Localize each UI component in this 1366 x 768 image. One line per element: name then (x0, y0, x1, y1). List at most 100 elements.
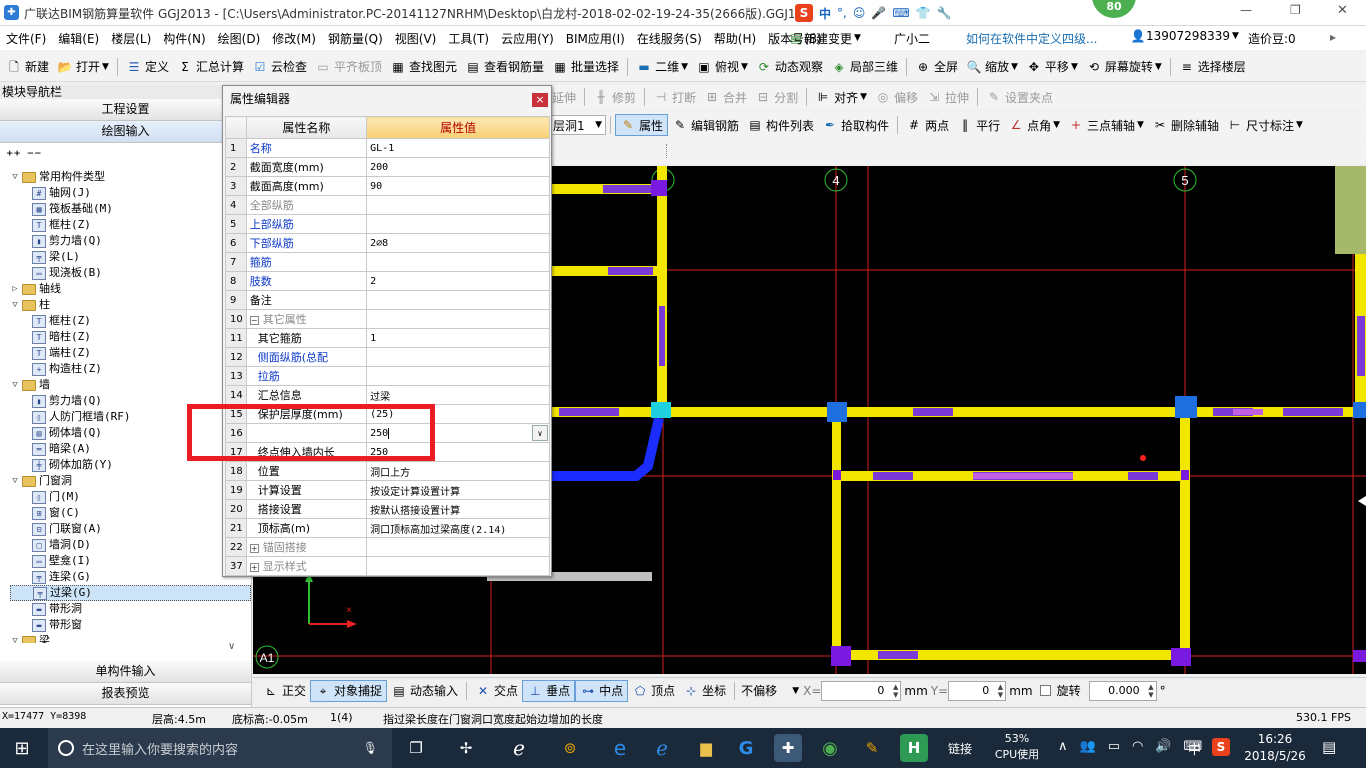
tab-single-component-input[interactable]: 单构件输入 (0, 661, 251, 683)
property-value[interactable] (366, 290, 550, 310)
property-row[interactable]: 7 箍筋 (225, 252, 550, 272)
rotate-checkbox[interactable] (1039, 685, 1051, 696)
property-value[interactable]: 200 (366, 157, 550, 177)
clock[interactable]: 16:26 2018/5/26 (1240, 731, 1310, 765)
skin-icon[interactable]: 👕 (916, 6, 931, 20)
property-value[interactable]: 洞口上方 (366, 461, 550, 481)
perpendicular-snap-button[interactable]: ⊥ 垂点 (522, 679, 576, 702)
tree-item[interactable]: ▭ 壁龛(I) (10, 553, 251, 569)
ime-punct[interactable]: °, (837, 6, 847, 20)
property-name[interactable]: 截面宽度(mm) (245, 157, 368, 177)
property-row[interactable]: 19 计算设置 按设定计算设置计算 (225, 480, 550, 500)
pick-component-button[interactable]: ✒ 拾取构件 (818, 114, 893, 136)
property-row[interactable]: 22 + 锚固搭接 (225, 537, 550, 557)
keyboard-icon[interactable]: ⌨ (892, 6, 909, 20)
notifications-icon[interactable]: ▤ (1322, 738, 1336, 756)
property-row[interactable]: 9 备注 (225, 290, 550, 310)
property-name[interactable]: + 锚固搭接 (245, 537, 368, 557)
property-name[interactable]: − 其它属性 (245, 309, 368, 329)
set-grip-button[interactable]: ✎ 设置夹点 (982, 86, 1057, 108)
h-app-icon[interactable]: H (900, 734, 928, 762)
rotate-input[interactable]: 0.000 ▲ ▼ (1088, 680, 1157, 701)
property-value[interactable]: 2⌀8 (366, 233, 550, 253)
people-icon[interactable]: 👥 (1080, 739, 1096, 754)
top-view-button[interactable]: ▣ 俯视 ▼ (692, 56, 752, 78)
property-name[interactable]: 名称 (245, 138, 368, 158)
edit-rebar-button[interactable]: ✎ 编辑钢筋 (668, 114, 743, 136)
dialog-close-button[interactable]: × (532, 93, 548, 107)
new-button[interactable]: 🗋 新建 (2, 56, 53, 78)
coordinate-snap-button[interactable]: ⊹ 坐标 (679, 680, 730, 702)
select-floor-button[interactable]: ≡ 选择楼层 (1175, 56, 1250, 78)
orbit-button[interactable]: ⟳ 动态观察 (752, 56, 827, 78)
emoji-icon[interactable]: ☺ (853, 6, 866, 20)
offset-select[interactable]: 不偏移 ▼ (739, 681, 799, 701)
property-name[interactable]: 全部纵筋 (245, 195, 368, 215)
volume-icon[interactable]: 🔊 (1155, 739, 1171, 754)
pan-button[interactable]: ✥ 平移 ▼ (1022, 56, 1082, 78)
task-view-icon[interactable]: ❐ (402, 734, 430, 762)
screen-rotate-button[interactable]: ⟲ 屏幕旋转 ▼ (1082, 56, 1166, 78)
parallel-button[interactable]: ‖ 平行 (953, 114, 1004, 136)
property-row[interactable]: 14 汇总信息 过梁 (225, 385, 550, 405)
property-value[interactable]: GL-1 (366, 138, 550, 158)
menu-item-7[interactable]: 视图(V) (395, 30, 437, 47)
ortho-button[interactable]: ⊾ 正交 (259, 680, 310, 702)
property-value[interactable] (366, 366, 550, 386)
align-slab-top-button[interactable]: ▭ 平齐板顶 (311, 56, 386, 78)
taskbar-link-label[interactable]: 链接 (948, 740, 972, 757)
property-value[interactable] (366, 537, 550, 557)
property-row[interactable]: 21 顶标高(m) 洞口顶标高加过梁高度(2.14) (225, 518, 550, 538)
assistant-label[interactable]: 广小二 (894, 30, 930, 47)
minimize-button[interactable]: — (1240, 3, 1252, 17)
tree-folder[interactable]: ▽ 门窗洞 (10, 473, 251, 489)
tree-item[interactable]: ⊟ 门联窗(A) (10, 521, 251, 537)
edge-icon[interactable]: e (606, 734, 634, 762)
tree-folder[interactable]: ▷ 轴线 (10, 281, 251, 297)
tree-item[interactable]: ▬ 带形洞 (10, 601, 251, 617)
tree-item[interactable]: T 暗柱(Z) (10, 329, 251, 345)
tools-icon[interactable]: 🔧 (937, 6, 952, 20)
local-3d-button[interactable]: ◈ 局部三维 (827, 56, 902, 78)
property-row[interactable]: 1 名称 GL-1 (225, 138, 550, 158)
expand-toggle-icon[interactable]: ▽ (10, 633, 20, 643)
menu-item-11[interactable]: 在线服务(S) (637, 30, 702, 47)
property-value[interactable] (366, 214, 550, 234)
define-button[interactable]: ☰ 定义 (122, 56, 173, 78)
property-row[interactable]: 12 侧面纵筋(总配 (225, 347, 550, 367)
property-value[interactable]: 洞口顶标高加过梁高度(2.14) (366, 518, 550, 538)
property-value[interactable] (366, 309, 550, 329)
property-value[interactable] (366, 347, 550, 367)
property-row[interactable]: 20 搭接设置 按默认搭接设置计算 (225, 499, 550, 519)
property-name[interactable]: 上部纵筋 (245, 214, 368, 234)
expand-toggle-icon[interactable]: ▽ (10, 297, 20, 313)
property-name[interactable]: 肢数 (245, 271, 368, 291)
menu-item-6[interactable]: 钢筋量(Q) (328, 30, 383, 47)
property-row[interactable]: 18 位置 洞口上方 (225, 461, 550, 481)
property-name[interactable]: 搭接设置 (245, 499, 368, 519)
property-name[interactable]: 拉筋 (245, 366, 368, 386)
fullscreen-button[interactable]: ⊕ 全屏 (911, 56, 962, 78)
notes-app-icon[interactable]: ✎ (858, 734, 886, 762)
expand-toggle-icon[interactable]: ▷ (10, 281, 20, 297)
property-name[interactable]: 位置 (245, 461, 368, 481)
point-angle-button[interactable]: ∠ 点角 ▼ (1004, 114, 1064, 136)
group-toggle-icon[interactable]: + (249, 563, 259, 572)
property-name[interactable]: 汇总信息 (245, 385, 368, 405)
tree-item[interactable]: ╤ 连梁(G) (10, 569, 251, 585)
tree-item[interactable]: T 框柱(Z) (10, 313, 251, 329)
menu-item-10[interactable]: BIM应用(I) (566, 30, 625, 47)
align-button[interactable]: ⊫ 对齐 ▼ (811, 86, 871, 108)
stretch-button[interactable]: ⇲ 拉伸 (922, 86, 973, 108)
tab-drawing-input[interactable]: 绘图输入 (0, 121, 251, 143)
property-name[interactable]: 侧面纵筋(总配 (245, 347, 368, 367)
property-row[interactable]: 10− 其它属性 (225, 309, 550, 329)
2d-button[interactable]: ▬ 二维 ▼ (632, 56, 692, 78)
vertex-snap-button[interactable]: ⬠ 顶点 (628, 680, 679, 702)
dimension-button[interactable]: ⊢ 尺寸标注 ▼ (1223, 114, 1307, 136)
property-name-header[interactable]: 属性名称 (245, 116, 368, 139)
offset-button[interactable]: ◎ 偏移 (871, 86, 922, 108)
tree-item[interactable]: ▬ 带形窗 (10, 617, 251, 633)
menu-item-3[interactable]: 构件(N) (163, 30, 205, 47)
property-value[interactable]: 按默认搭接设置计算 (366, 499, 550, 519)
